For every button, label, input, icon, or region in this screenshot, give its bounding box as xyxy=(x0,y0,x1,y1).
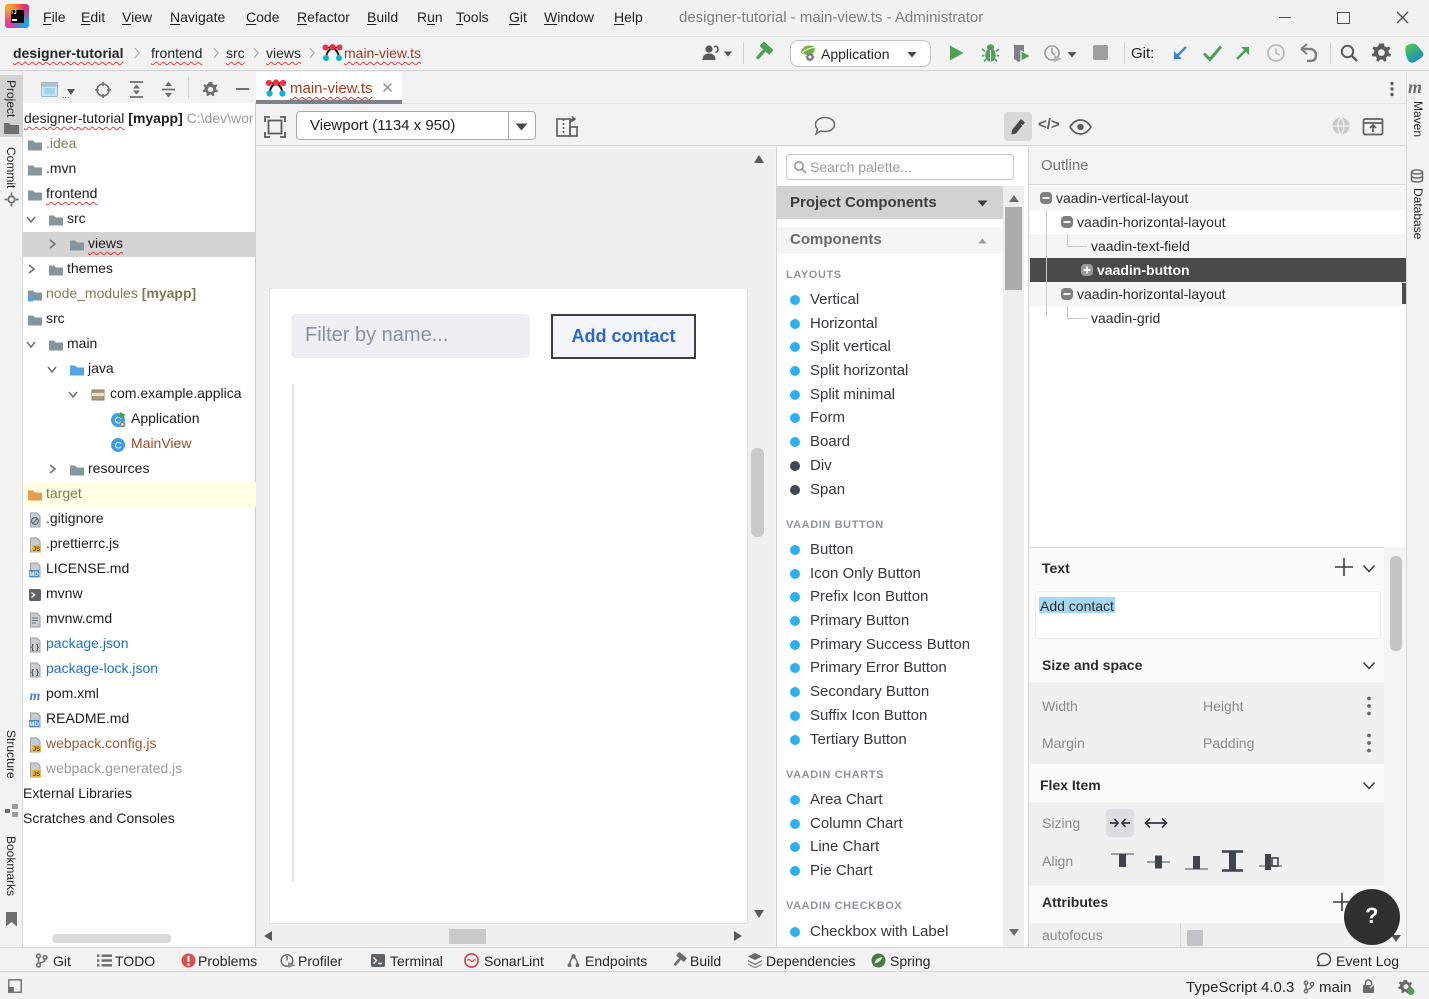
svg-text:MD: MD xyxy=(29,722,39,728)
svg-text:{ }: { } xyxy=(31,667,39,676)
svg-text:{ }: { } xyxy=(31,642,39,651)
svg-text:JS: JS xyxy=(33,772,40,778)
svg-text:C: C xyxy=(115,440,122,451)
svg-text:JS: JS xyxy=(33,747,40,753)
svg-text:m: m xyxy=(30,689,41,703)
svg-text:MD: MD xyxy=(29,572,39,578)
svg-text:JS: JS xyxy=(33,547,40,553)
